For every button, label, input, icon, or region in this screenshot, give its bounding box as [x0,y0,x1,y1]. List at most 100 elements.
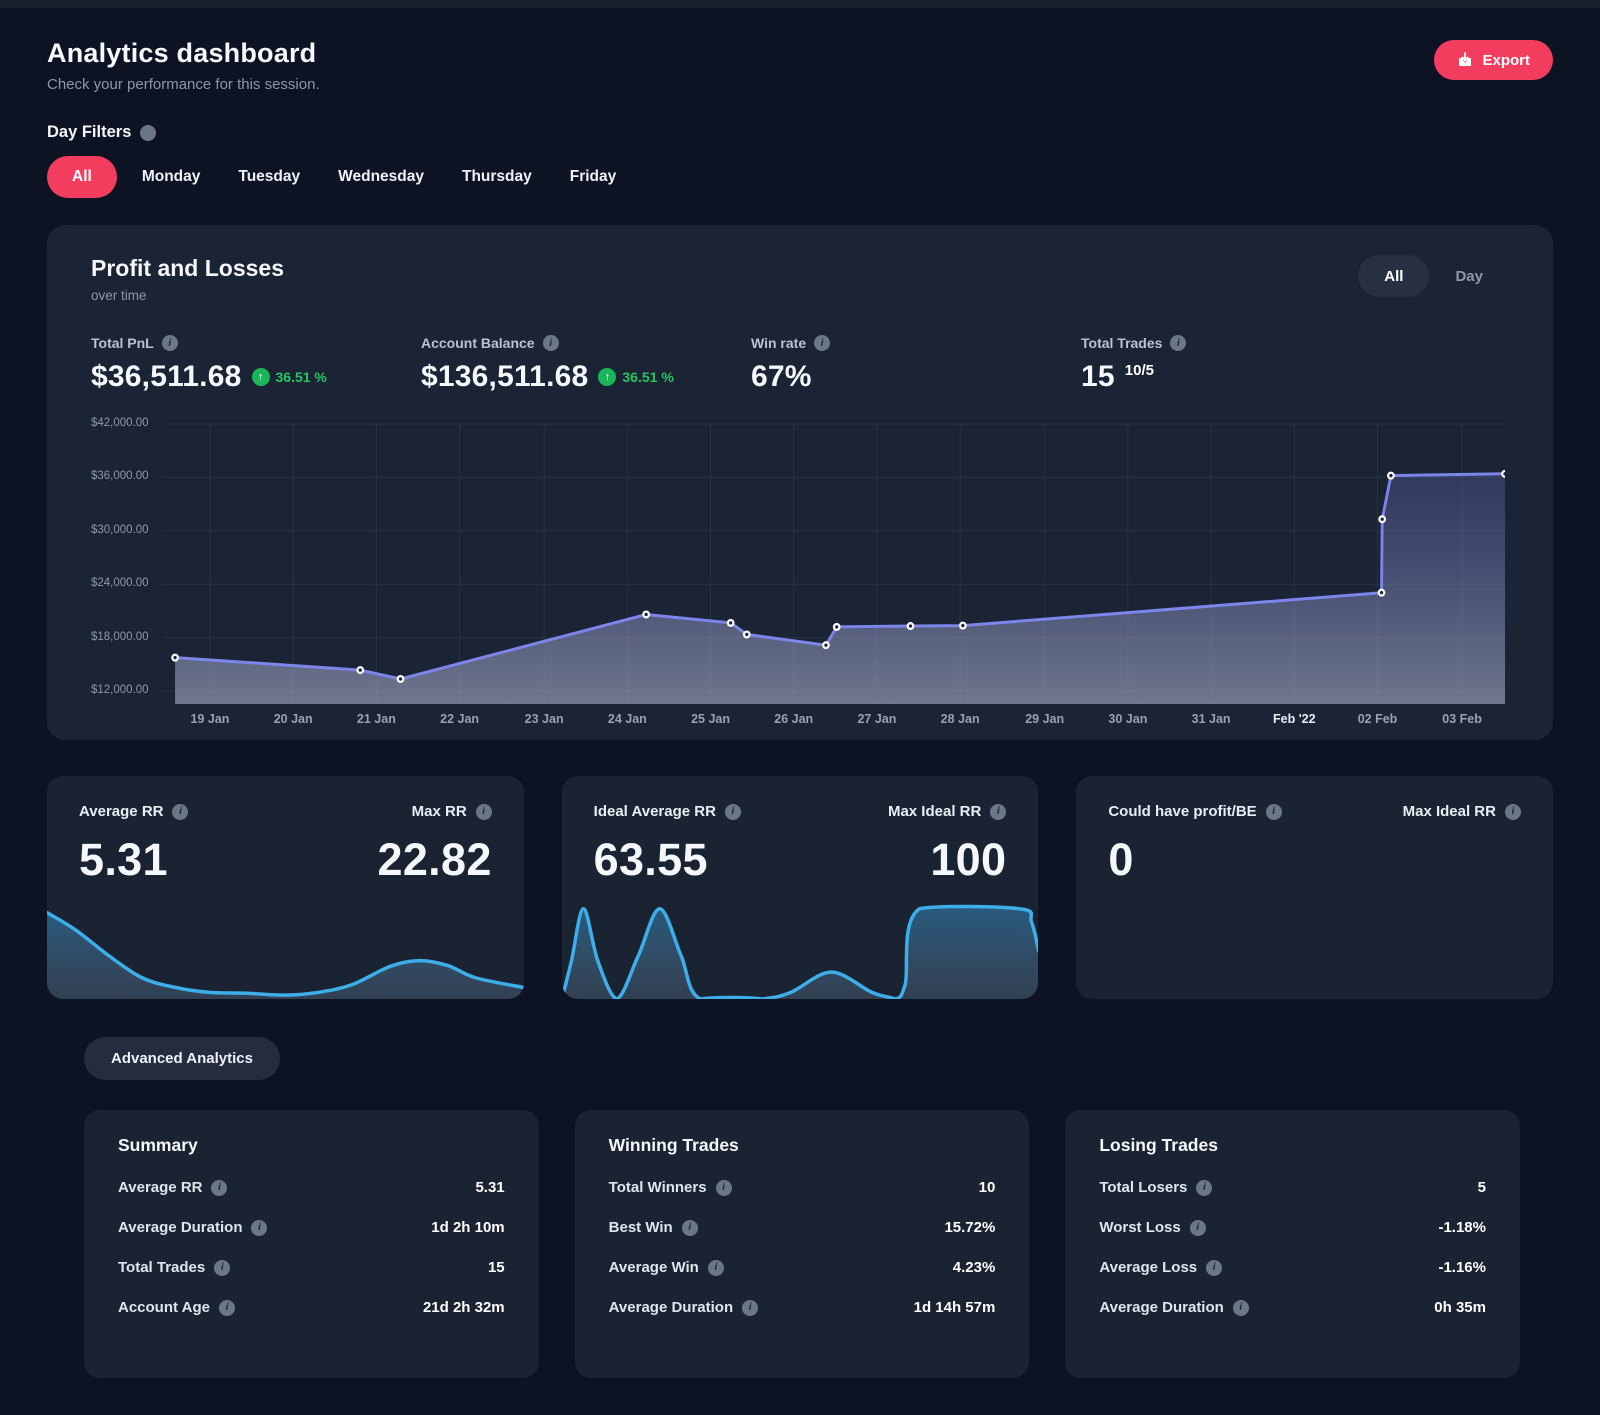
rr-right-label-wrap: Max RR i [412,803,492,820]
change-percent: 36.51 % [275,369,327,385]
info-icon[interactable]: i [1232,1299,1249,1316]
detail-card-title: Winning Trades [608,1135,739,1155]
info-icon[interactable]: i [681,1219,698,1236]
stat-label: Total Trades [1081,335,1163,351]
rr-card-header: Ideal Average RR i Max Ideal RR i [594,803,1007,820]
stat-label-row: Account Balance i [421,335,751,351]
day-filter-monday[interactable]: Monday [123,156,220,198]
detail-row-account-age: Account Age i 21d 2h 32m [118,1299,505,1316]
info-icon[interactable]: i [1196,1179,1213,1196]
info-icon[interactable]: i [990,803,1007,820]
info-icon[interactable]: i [1170,335,1187,351]
info-icon[interactable]: i [724,803,741,820]
top-bar [0,0,1600,8]
rr-right-label: Max RR [411,803,467,820]
advanced-analytics-button[interactable]: Advanced Analytics [84,1037,280,1080]
rr-card-values: 0 [1108,837,1521,882]
info-icon[interactable]: i [218,1299,235,1316]
export-button[interactable]: Export [1434,40,1553,80]
day-filter-friday[interactable]: Friday [551,156,636,198]
detail-row-total-winners: Total Winners i 10 [609,1179,996,1196]
pnl-chart-x-axis: 19 Jan 20 Jan 21 Jan 22 Jan 23 Jan 24 Jan 25 J… [163,712,1505,732]
detail-row-total-trades: Total Trades i 15 [118,1259,505,1276]
rr-right-label: Max Ideal RR [887,803,982,820]
info-icon[interactable]: i [542,335,559,351]
info-icon[interactable]: i [814,335,831,351]
detail-row-label: Average Duration [118,1219,243,1236]
chart-y-axis-label: $42,000.00 [91,417,149,429]
info-icon[interactable]: i [161,335,178,351]
stat-account-balance: Account Balance i $136,511.68 ↑ 36.51 % [421,335,751,394]
detail-row-average-duration: Average Duration i 1d 2h 10m [118,1219,505,1236]
stat-value: 15 [1081,360,1115,393]
detail-row-value: -1.16% [1438,1259,1486,1276]
detail-row-label-wrap: Total Winners i [609,1179,732,1196]
detail-row-label: Worst Loss [1099,1219,1181,1236]
rr-left-label-wrap: Average RR i [79,803,189,820]
detail-row-average-rr: Average RR i 5.31 [118,1179,505,1196]
rr-left-label: Could have profit/BE [1108,803,1257,820]
info-icon[interactable]: i [715,1179,732,1196]
day-filter-tuesday[interactable]: Tuesday [219,156,319,198]
chart-x-axis-label: 23 Jan [524,712,564,726]
info-icon[interactable]: i [1189,1219,1206,1236]
stat-value-row: 67% [751,360,1081,394]
detail-row-label: Total Trades [118,1259,206,1276]
rr-card-values: 5.31 22.82 [79,837,492,882]
detail-row-value: 1d 2h 10m [431,1219,505,1236]
info-icon[interactable]: i [1265,803,1282,820]
rr-right-label-wrap: Max Ideal RR i [887,803,1007,820]
detail-row-label: Total Winners [608,1179,707,1196]
detail-row-value: 1d 14h 57m [913,1299,996,1316]
pnl-card-header: Profit and Losses over time All Day [91,255,1509,303]
up-arrow-icon: ↑ [598,368,617,386]
rr-card-values: 63.55 100 [594,837,1007,882]
day-filter-all[interactable]: All [47,156,117,198]
info-icon[interactable]: i [172,803,189,820]
export-button-label: Export [1482,51,1530,69]
rr-cards-row: Average RR i Max RR i 5.31 22.82 Ideal Average… [47,776,1553,999]
info-icon[interactable] [140,124,157,141]
chart-y-axis-label: $30,000.00 [91,523,149,536]
detail-row-label-wrap: Worst Loss i [1099,1219,1206,1236]
detail-row-average-duration: Average Duration i 1d 14h 57m [609,1299,996,1316]
chart-y-axis-label: $24,000.00 [91,577,149,590]
info-icon[interactable]: i [1504,803,1521,820]
info-icon[interactable]: i [251,1219,268,1236]
change-percent: 36.51 % [622,369,674,385]
day-filter-thursday[interactable]: Thursday [443,156,551,198]
info-icon[interactable]: i [214,1259,231,1276]
chart-x-axis-label: 22 Jan [440,712,480,726]
chart-x-axis-label: 19 Jan [190,712,230,726]
day-filter-wednesday[interactable]: Wednesday [319,156,443,198]
toggle-option-all[interactable]: All [1358,255,1430,297]
pnl-area-chart [163,416,1505,704]
info-icon[interactable]: i [742,1299,759,1316]
detail-row-value: 15 [487,1259,505,1276]
stat-value-row: $36,511.68 ↑ 36.51 % [91,360,421,394]
detail-row-label-wrap: Average Duration i [1099,1299,1249,1316]
toggle-option-day[interactable]: Day [1429,255,1509,297]
info-icon[interactable]: i [707,1259,724,1276]
info-icon[interactable]: i [475,803,492,820]
detail-card-rows: Total Losers i 5 Worst Loss i -1.18% Average L… [1099,1179,1486,1316]
pnl-stats-row: Total PnL i $36,511.68 ↑ 36.51 % Account Bala… [91,335,1509,394]
detail-row-average-win: Average Win i 4.23% [609,1259,996,1276]
detail-card-losing-trades: Losing Trades Total Losers i 5 Worst Loss i -1… [1065,1110,1520,1378]
page-subtitle: Check your performance for this session. [47,76,320,93]
info-icon[interactable]: i [211,1179,228,1196]
info-icon[interactable]: i [1206,1259,1223,1276]
chart-x-axis-label: 20 Jan [273,712,313,726]
day-filter-group: All Monday Tuesday Wednesday Thursday Friday [47,156,1553,198]
ideal-rr-sparkline [561,903,1039,999]
chart-x-axis-label: 26 Jan [774,712,814,726]
rr-right-label: Max Ideal RR [1402,803,1496,820]
detail-row-value: 5 [1477,1179,1486,1196]
stat-value: $36,511.68 [91,360,242,393]
rr-card-ideal-average-rr: Ideal Average RR i Max Ideal RR i 63.55 100 [561,776,1039,999]
detail-row-value: 15.72% [944,1219,996,1236]
stat-total-pnl: Total PnL i $36,511.68 ↑ 36.51 % [91,335,421,394]
detail-row-label-wrap: Average Duration i [609,1299,759,1316]
chart-x-axis-label: Feb '22 [1273,712,1316,726]
rr-left-label-wrap: Could have profit/BE i [1108,803,1282,820]
